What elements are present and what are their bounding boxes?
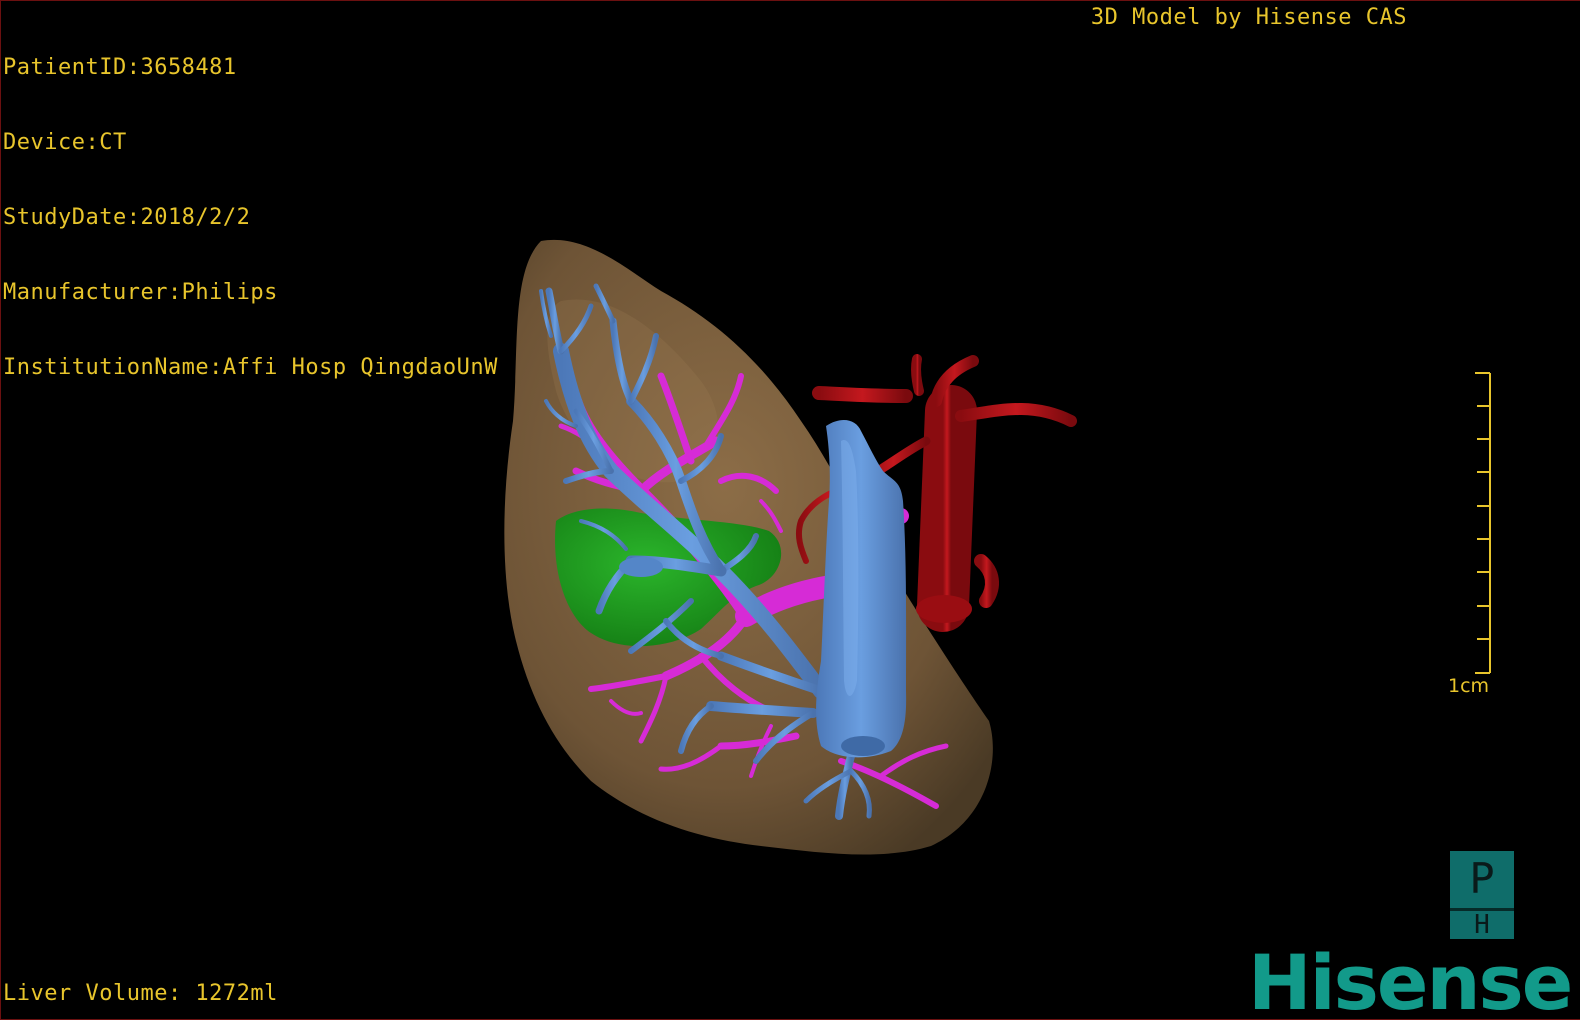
scale-bar [1475, 372, 1491, 674]
hepatic-vein-branch-bulge [619, 557, 663, 577]
orientation-indicator[interactable]: P H [1450, 851, 1514, 939]
liver-volume: Liver Volume: 1272ml [3, 981, 278, 1006]
orientation-posterior-label: P [1469, 854, 1495, 903]
hisense-logo: Hisense [1248, 938, 1573, 1020]
aorta-end-cap [916, 595, 972, 623]
liver-3d-model[interactable] [1, 1, 1580, 1020]
ivc-lower-opening [841, 736, 885, 756]
orientation-head-label: H [1474, 910, 1490, 940]
scale-label: 1cm [1448, 675, 1490, 697]
3d-viewport[interactable]: PatientID:3658481 Device:CT StudyDate:20… [0, 0, 1580, 1020]
